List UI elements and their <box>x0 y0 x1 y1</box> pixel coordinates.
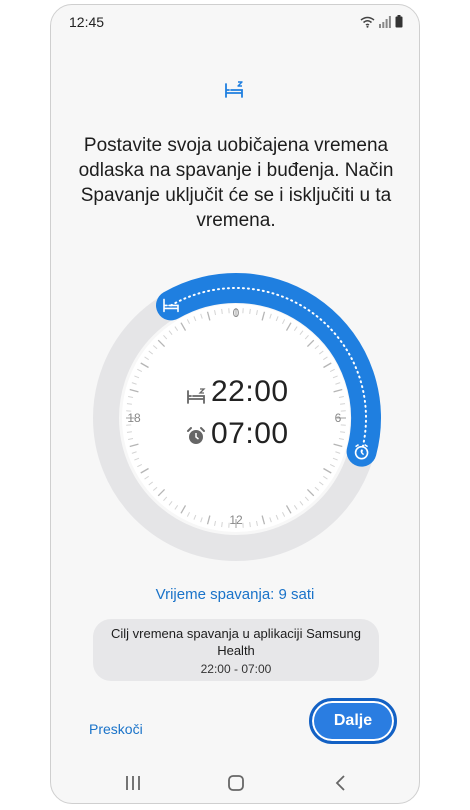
bedtime-value[interactable]: 22:00 <box>211 375 289 409</box>
dial-tick <box>126 403 132 405</box>
dial-tick <box>340 431 346 433</box>
next-button[interactable]: Dalje <box>309 698 397 744</box>
samsung-health-goal-card[interactable]: Cilj vremena spavanja u aplikaciji Samsu… <box>93 619 379 681</box>
wifi-icon <box>360 16 375 28</box>
tick-label-0: 0 <box>233 306 240 320</box>
phone-screen: 12:45 Postavite svoja uobičajena vremena… <box>50 4 420 804</box>
dial-tick <box>249 308 251 314</box>
alarm-clock-icon <box>185 425 207 447</box>
skip-button[interactable]: Preskoči <box>89 721 143 737</box>
bedtime-bed-icon <box>185 385 207 407</box>
sleep-duration-text: Vrijeme spavanja: 9 sati <box>155 586 315 603</box>
instruction-text: Postavite svoja uobičajena vremena odlas… <box>78 135 394 231</box>
dial-tick <box>221 522 223 528</box>
battery-icon <box>395 15 403 28</box>
tick-label-6: 6 <box>335 411 342 425</box>
goal-card-title: Cilj vremena spavanja u aplikaciji Samsu… <box>110 625 361 658</box>
recent-apps-icon[interactable] <box>121 771 145 795</box>
status-icons <box>360 15 403 28</box>
back-icon[interactable] <box>329 771 353 795</box>
status-bar: 12:45 <box>51 5 419 39</box>
dial-tick <box>340 403 346 405</box>
dial-tick <box>221 308 223 314</box>
wake-time-value[interactable]: 07:00 <box>211 417 289 451</box>
status-time: 12:45 <box>69 14 105 30</box>
tick-label-12: 12 <box>229 513 243 527</box>
signal-icon <box>379 15 391 28</box>
goal-card-range: 22:00 - 07:00 <box>200 661 272 676</box>
navigation-bar <box>51 763 419 803</box>
dial-tick <box>249 522 251 528</box>
dial-tick <box>126 431 132 433</box>
tick-label-18: 18 <box>127 411 141 425</box>
home-icon[interactable] <box>224 771 248 795</box>
bed-icon <box>225 81 243 98</box>
